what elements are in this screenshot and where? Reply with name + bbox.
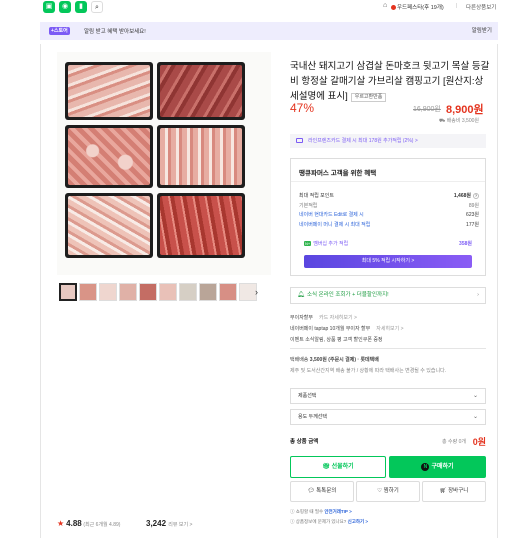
top-divider: | (456, 3, 458, 9)
report-link[interactable]: 신고하기 > (348, 519, 368, 524)
shipping-row: 택배배송 3,500원 (주문시 결제) · 롯데택배 (290, 357, 379, 363)
home-icon[interactable]: ⌂ (383, 2, 387, 9)
thickness-select[interactable]: 용도 두께선택 ⌄ (290, 409, 486, 425)
thumbnail-6[interactable] (159, 283, 177, 301)
store-badge: +스토어 (49, 27, 70, 35)
card-promo-banner[interactable]: 라인프렌즈카드 결제 시 최대 178원 추가적립 (2%) > (290, 134, 486, 148)
benefit-heading: 땡큐파머스 고객을 위한 혜택 (299, 170, 377, 177)
chevron-right-icon[interactable]: › (255, 287, 258, 297)
max-point-row: 최대 적립 포인트 1,468원? (299, 193, 479, 199)
notify-banner[interactable]: 🔔︎ 소식 온라인 조회가 + 더블할인까지! › (290, 287, 486, 304)
basic-point-row: 기본적립 89원 (299, 203, 479, 209)
product-image[interactable] (57, 52, 271, 275)
membership-start-button[interactable]: 최대 5% 적립 시작하기 > (304, 255, 472, 268)
product-title: 국내산 돼지고기 삼겹살 돈마호크 뒷고기 목살 등갈비 항정살 갈매기살 가브… (290, 61, 490, 102)
return-tag: 우르고환반품 (350, 93, 387, 102)
membership-icon: N+ (304, 241, 312, 246)
user-label: 우드페스타(후 19개) (397, 5, 444, 11)
bookmark-icon[interactable]: ▮ (75, 1, 87, 13)
thumbnail-4[interactable] (119, 283, 137, 301)
total-row: 총 상품 금액 총 수량 0개 0원 (290, 437, 486, 447)
meat-tray-6 (157, 193, 245, 258)
help-icon[interactable]: ? (473, 193, 479, 199)
benefit-box: 땡큐파머스 고객을 위한 혜택 최대 적립 포인트 1,468원? 기본적립 89원… (290, 158, 486, 276)
chevron-right-icon: › (477, 292, 479, 298)
safety-tip-link[interactable]: 안전거래TIP > (324, 509, 351, 514)
heart-icon: ♡ (377, 488, 383, 494)
thumbnail-2[interactable] (79, 283, 97, 301)
green-dot-icon[interactable]: ◉ (59, 1, 71, 13)
report-row: ⓘ 상품정보에 문제가 있나요? 신고하기 > (290, 519, 369, 524)
info-icon: ⓘ (290, 509, 295, 514)
rating-summary: ★ 4.88 (최근 6개월 4.89) 3,242 리뷰 보기 > (57, 519, 192, 528)
taptap-row: 네이버페이 taptap 10개월 무이자 할부 자세히보기 > (290, 326, 404, 332)
naver-app-icon[interactable]: ▣ (43, 1, 55, 13)
installment-link[interactable]: 카드 자세히보기 > (319, 315, 357, 321)
info-icon: ⓘ (290, 519, 295, 524)
rating-score: 4.88 (66, 519, 82, 528)
cart-button[interactable]: 🛒︎ 장바구니 (422, 481, 486, 502)
profile-dot-icon (391, 5, 396, 10)
star-icon: ★ (57, 519, 65, 528)
taptap-link[interactable]: 자세히보기 > (376, 326, 403, 332)
alert-subscribe-button[interactable]: 알림받기 (472, 26, 492, 34)
talk-inquiry-button[interactable]: 💬︎ 톡톡문의 (290, 481, 354, 502)
buy-button[interactable]: N 구매하기 (389, 456, 486, 478)
thumbnail-7[interactable] (179, 283, 197, 301)
membership-row: N+ 멤버십 추가 적립 358원 (304, 241, 472, 247)
shipping-note: 제주 및 도서산간지역 배송 불가 / 상황에 따라 택배사는 변경될 수 있습… (290, 368, 447, 374)
total-amount: 0원 (472, 437, 486, 447)
search-icon[interactable]: ⌕ (91, 1, 103, 13)
meat-tray-4 (157, 125, 245, 188)
chevron-down-icon: ⌄ (472, 393, 478, 399)
thumbnail-5[interactable] (139, 283, 157, 301)
discount-rate: 47% (290, 101, 315, 115)
rating-sub: (최근 6개월 4.89) (83, 522, 121, 528)
thumbnail-3[interactable] (99, 283, 117, 301)
total-qty: 총 수량 0개 (442, 439, 466, 445)
chat-icon: 💬︎ (307, 488, 315, 494)
product-select[interactable]: 제품선택 ⌄ (290, 388, 486, 404)
original-price: 16,900원 (413, 106, 441, 113)
event-row: 이벤트 소식알림, 상품 평 고객 할인쿠폰 증정 (290, 337, 383, 343)
installment-row: 무이자할부 카드 자세히보기 > (290, 315, 357, 321)
top-bar: ▣ ◉ ▮ ⌕ ⌂ 우드페스타(후 19개) | 다른상품보기 (0, 0, 517, 15)
meat-tray-5 (65, 193, 153, 258)
shipping-fee: ⛟ 배송비 3,500원 (439, 118, 479, 124)
thumbnail-strip (59, 283, 273, 302)
card-icon (296, 138, 303, 143)
thumbnail-1[interactable] (59, 283, 77, 301)
banner-text: 알림 받고 혜택 받아보세요! (84, 29, 146, 35)
meat-tray-1 (65, 62, 153, 120)
more-products-link[interactable]: 다른상품보기 (466, 3, 496, 11)
chevron-down-icon: ⌄ (472, 414, 478, 420)
meat-tray-3 (65, 125, 153, 188)
card-point-row[interactable]: 네이버 현대카드 Edit로 결제 시 623원 (299, 211, 479, 218)
store-alert-banner: +스토어 알림 받고 혜택 받아보세요! 알림받기 (40, 22, 498, 40)
safety-tip-row: ⓘ 쇼핑할 때 필수 안전거래TIP > (290, 509, 352, 514)
benefit-divider (291, 181, 485, 182)
wish-button[interactable]: ♡ 찜하기 (356, 481, 420, 502)
gift-icon: 🎁︎ (322, 464, 330, 470)
meat-tray-2 (157, 62, 245, 120)
thumbnail-9[interactable] (219, 283, 237, 301)
thumbnail-8[interactable] (199, 283, 217, 301)
gift-button[interactable]: 🎁︎ 선물하기 (290, 456, 386, 478)
cart-icon: 🛒︎ (439, 488, 447, 494)
sale-price: 8,900원 (446, 104, 484, 116)
naver-pay-icon: N (421, 463, 430, 471)
bell-icon: 🔔︎ (297, 292, 305, 298)
npay-point-row[interactable]: 네이버페이 머니 결제 시 최대 적립 177원 (299, 221, 479, 228)
review-count-link[interactable]: 3,242 리뷰 보기 > (146, 519, 192, 528)
info-divider (290, 348, 486, 349)
user-menu[interactable]: 우드페스타(후 19개) (391, 3, 444, 11)
